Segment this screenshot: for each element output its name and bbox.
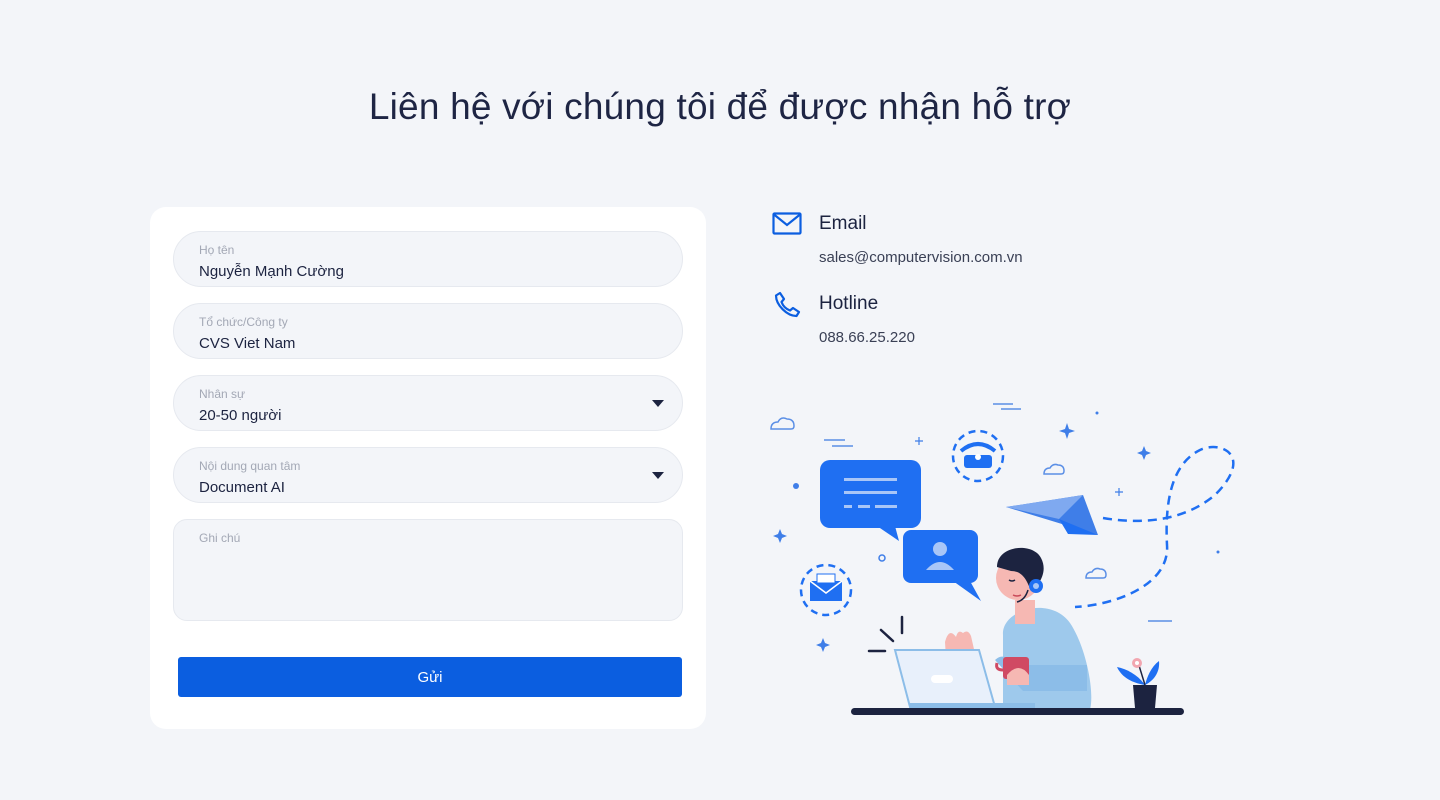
paper-plane-icon [1006,495,1098,535]
cloud-icon [1085,567,1107,579]
staff-size-value: 20-50 người [199,407,282,424]
full-name-value: Nguyễn Mạnh Cường [199,263,344,280]
full-name-label: Họ tên [199,243,235,257]
company-label: Tổ chức/Công ty [199,315,288,329]
interest-label: Nội dung quan tâm [199,459,301,473]
chevron-down-icon[interactable] [652,400,664,407]
support-illustration [770,403,1235,715]
interest-select[interactable]: Nội dung quan tâm Document AI [173,447,683,503]
plant-icon [1117,658,1160,708]
email-title: Email [819,213,867,234]
page-title: Liên hệ với chúng tôi để được nhận hỗ tr… [368,86,1072,127]
submit-button[interactable]: Gửi [178,657,682,697]
mail-circle-icon [799,563,853,617]
user-bubble-icon [903,530,981,601]
chevron-down-icon[interactable] [652,472,664,479]
mail-icon [772,212,802,235]
company-value: CVS Viet Nam [199,335,296,352]
hotline-value[interactable]: 088.66.25.220 [819,329,915,346]
desk [851,708,1184,715]
phone-circle-icon [951,429,1005,483]
contact-form: Họ tên Nguyễn Mạnh Cường Tổ chức/Công ty… [150,207,706,729]
staff-size-select[interactable]: Nhân sự 20-50 người [173,375,683,431]
cloud-icon [1043,463,1065,475]
note-label: Ghi chú [199,531,241,545]
note-textarea[interactable]: Ghi chú [173,519,683,621]
hotline-title: Hotline [819,293,879,314]
full-name-field[interactable]: Họ tên Nguyễn Mạnh Cường [173,231,683,287]
interest-value: Document AI [199,479,285,496]
cloud-icon [770,417,795,430]
phone-icon [774,291,801,318]
staff-size-label: Nhân sự [199,387,246,401]
company-field[interactable]: Tổ chức/Công ty CVS Viet Nam [173,303,683,359]
email-value[interactable]: sales@computervision.com.vn [819,249,1023,266]
chat-bubble-icon [820,460,921,541]
